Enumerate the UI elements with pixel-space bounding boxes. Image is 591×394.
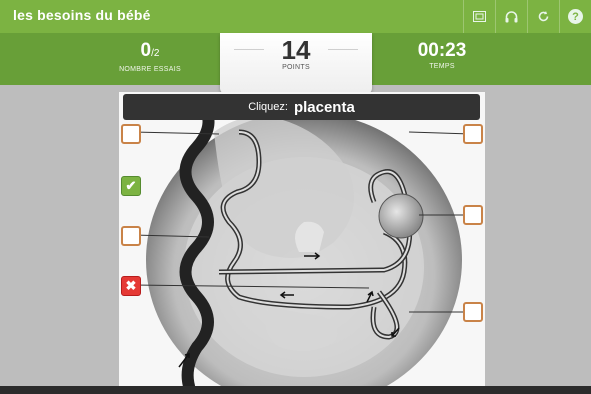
tries-value: 0 (140, 40, 152, 61)
correct-marker: ✔ (121, 176, 141, 196)
placenta-target[interactable] (378, 193, 424, 239)
answer-box-4[interactable] (121, 226, 141, 246)
fetus-hand (295, 221, 324, 252)
bottom-bar (0, 386, 591, 394)
help-button[interactable]: ? (559, 0, 591, 33)
title-bar: les besoins du bébé ? (0, 0, 591, 33)
points-label: POINTS (282, 64, 310, 71)
tries-counter: 0/2 NOMBRE ESSAIS (100, 40, 200, 74)
answer-box-5[interactable] (463, 302, 483, 322)
timer: 00:23 TEMPS (392, 40, 492, 71)
app-title: les besoins du bébé (13, 7, 151, 23)
instruction-target: placenta (293, 98, 355, 116)
instruction-bar: Cliquez: placenta (123, 94, 480, 120)
tries-total: /2 (151, 48, 160, 59)
toolbar-icons: ? (463, 0, 591, 33)
restart-icon[interactable] (527, 0, 559, 33)
points-value: 14 (281, 35, 311, 65)
instruction-label: Cliquez: (248, 101, 288, 113)
help-icon: ? (568, 9, 583, 24)
diagram-area (119, 92, 485, 386)
leader-line (408, 131, 472, 135)
answer-box-3[interactable] (463, 205, 483, 225)
divider (234, 49, 264, 50)
divider (328, 49, 358, 50)
fetus-circulation-illustration (132, 94, 472, 386)
time-label: TEMPS (429, 63, 455, 70)
answer-box-2[interactable] (463, 124, 483, 144)
wrong-marker: ✖ (121, 276, 141, 296)
headphones-icon[interactable] (495, 0, 527, 33)
tries-label: NOMBRE ESSAIS (119, 66, 181, 73)
screen-icon[interactable] (463, 0, 495, 33)
points-box: 14 POINTS (220, 33, 372, 94)
time-value: 00:23 (417, 40, 467, 61)
answer-box-1[interactable] (121, 124, 141, 144)
